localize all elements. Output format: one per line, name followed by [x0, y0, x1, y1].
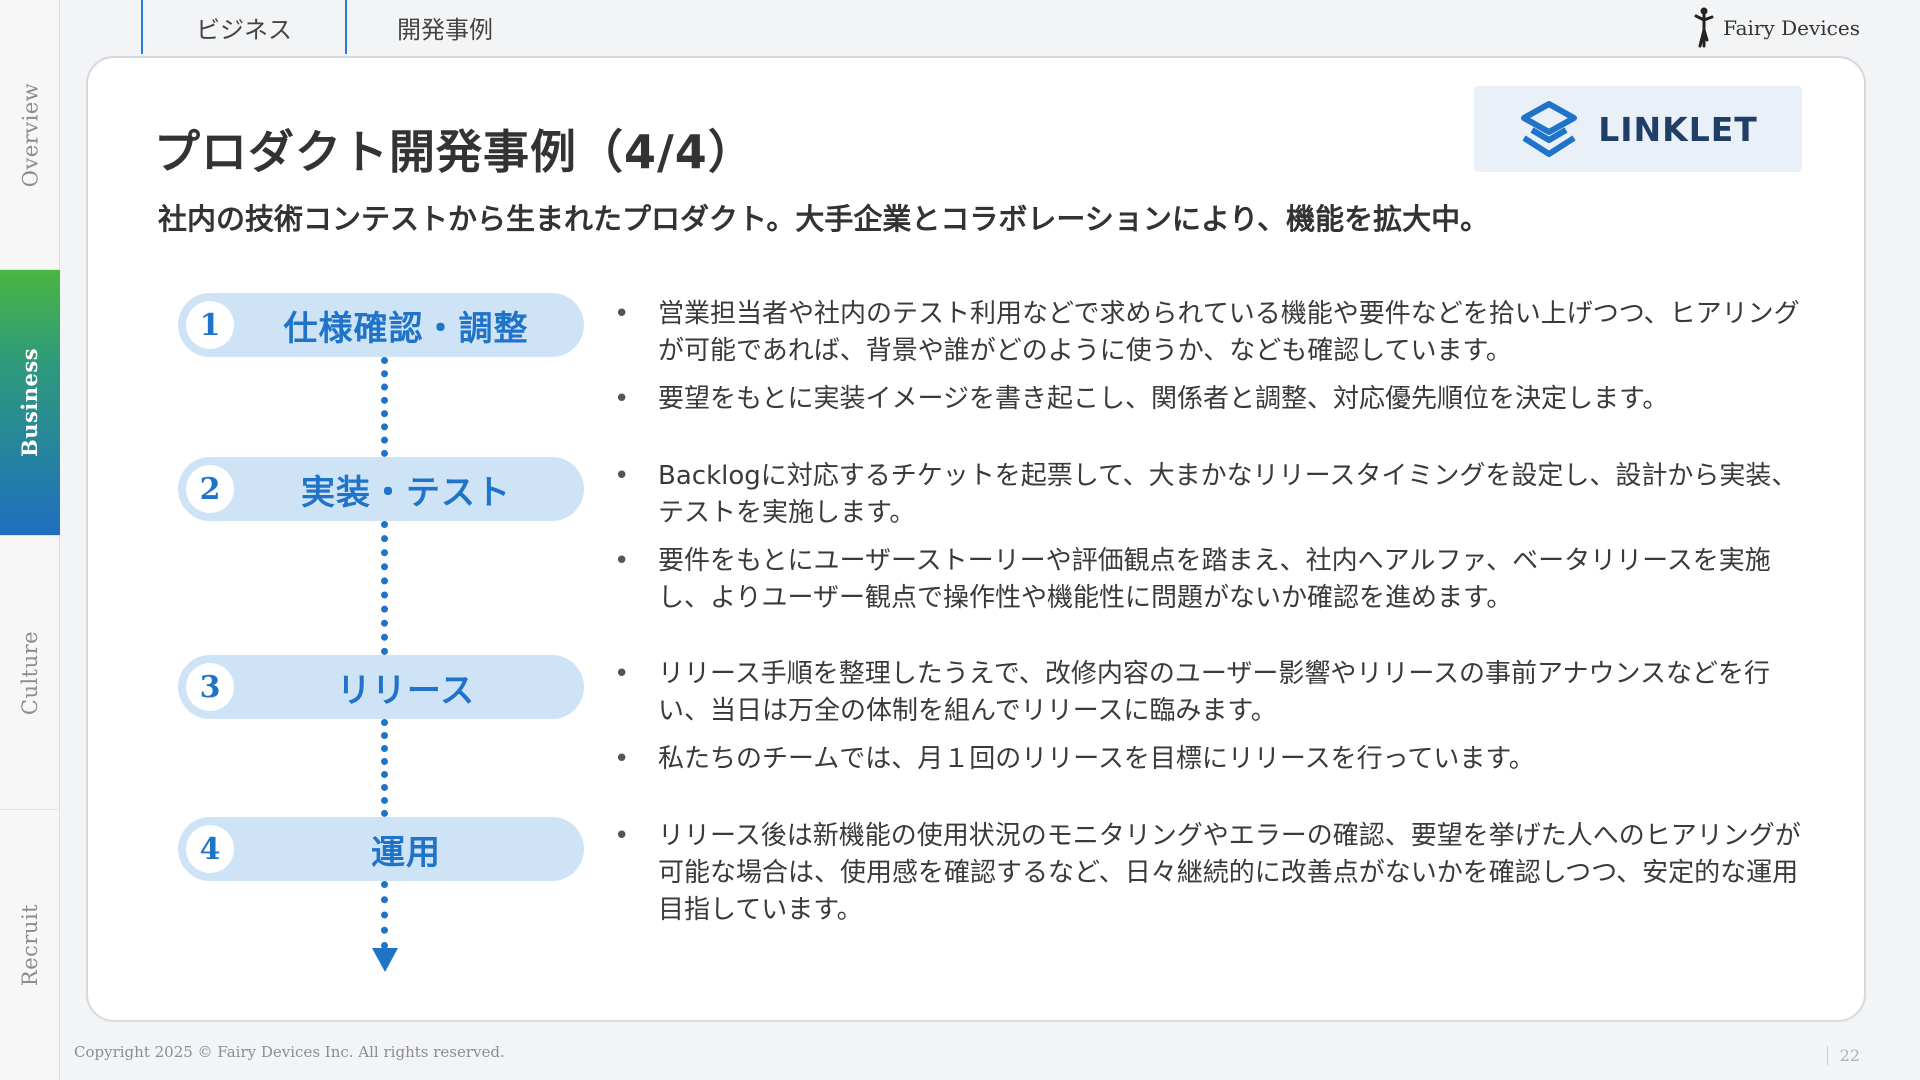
- sidenav-label: Business: [17, 347, 43, 458]
- brand: Fairy Devices: [1693, 6, 1860, 50]
- tab-business[interactable]: ビジネス: [143, 0, 345, 54]
- side-navigation: Overview Business Culture Recruit: [0, 0, 60, 1080]
- step-label: リリース: [336, 670, 476, 711]
- tab-dev-cases[interactable]: 開発事例: [347, 0, 543, 54]
- sidenav-label: Overview: [18, 82, 42, 187]
- bullet-dot: •: [614, 659, 630, 689]
- bullet-item: • 営業担当者や社内のテスト利用などで求められている機能や要件などを拾い上げつつ…: [614, 296, 1814, 370]
- bullet-text: 要件をもとにユーザーストーリーや評価観点を踏まえ、社内へアルファ、ベータリリース…: [658, 546, 1771, 613]
- bullet-text: リリース後は新機能の使用状況のモニタリングやエラーの確認、要望を挙げた人へのヒア…: [658, 821, 1801, 925]
- page-subtitle: 社内の技術コンテストから生まれたプロダクト。大手企業とコラボレーションにより、機…: [158, 202, 1490, 236]
- copyright: Copyright 2025 © Fairy Devices Inc. All …: [74, 1043, 505, 1061]
- step-number: 1: [186, 301, 234, 349]
- page-title: プロダクト開発事例（4/4）: [154, 125, 755, 179]
- step-number: 2: [186, 465, 234, 513]
- step-number: 4: [186, 825, 234, 873]
- logo-text: LINKLET: [1598, 109, 1758, 149]
- step-pill: 3 リリース: [178, 655, 584, 719]
- bullet-item: • 私たちのチームでは、月１回のリリースを目標にリリースを行っています。: [614, 741, 1814, 778]
- tab-label: 開発事例: [397, 15, 493, 44]
- bullet-text: リリース手順を整理したうえで、改修内容のユーザー影響やリリースの事前アナウンスな…: [658, 659, 1771, 726]
- arrow-down-icon: [372, 948, 398, 972]
- bullet-item: • リリース手順を整理したうえで、改修内容のユーザー影響やリリースの事前アナウン…: [614, 656, 1814, 730]
- bullet-item: • 要望をもとに実装イメージを書き起こし、関係者と調整、対応優先順位を決定します…: [614, 381, 1814, 418]
- sidenav-label: Recruit: [18, 903, 43, 987]
- bullet-text: 要望をもとに実装イメージを書き起こし、関係者と調整、対応優先順位を決定します。: [658, 384, 1669, 414]
- linklet-logo: LINKLET: [1474, 86, 1802, 172]
- bullet-item: • Backlogに対応するチケットを起票して、大まかなリリースタイミングを設定…: [614, 458, 1814, 532]
- page-number: 22: [1826, 1046, 1860, 1065]
- bullet-item: • リリース後は新機能の使用状況のモニタリングやエラーの確認、要望を挙げた人への…: [614, 818, 1814, 929]
- step-connector: [381, 521, 388, 655]
- bullet-dot: •: [614, 821, 630, 851]
- bullet-dot: •: [614, 744, 630, 774]
- brand-name: Fairy Devices: [1723, 16, 1860, 40]
- step-pill: 2 実装・テスト: [178, 457, 584, 521]
- step-label: 実装・テスト: [301, 472, 511, 513]
- step-number: 3: [186, 663, 234, 711]
- bullet-text: Backlogに対応するチケットを起票して、大まかなリリースタイミングを設定し、…: [658, 461, 1798, 528]
- linklet-logo-icon: [1521, 101, 1578, 157]
- fairy-logo-icon: [1694, 7, 1714, 48]
- sidenav-item-recruit[interactable]: Recruit: [0, 810, 60, 1080]
- bullet-dot: •: [614, 546, 630, 576]
- bullet-dot: •: [614, 384, 630, 414]
- sidenav-item-business[interactable]: Business: [0, 270, 60, 536]
- step-pill: 4 運用: [178, 817, 584, 881]
- step-connector: [381, 719, 388, 817]
- step-connector: [381, 357, 388, 457]
- bullet-text: 営業担当者や社内のテスト利用などで求められている機能や要件などを拾い上げつつ、ヒ…: [658, 299, 1800, 366]
- step-label: 運用: [371, 832, 441, 873]
- sidenav-item-overview[interactable]: Overview: [0, 0, 60, 270]
- bullet-item: • 要件をもとにユーザーストーリーや評価観点を踏まえ、社内へアルファ、ベータリリ…: [614, 543, 1814, 617]
- sidenav-label: Culture: [18, 630, 42, 715]
- tab-bar: ビジネス 開発事例 Fairy Devices: [60, 0, 1920, 56]
- tab-label: ビジネス: [196, 15, 292, 44]
- bullet-text: 私たちのチームでは、月１回のリリースを目標にリリースを行っています。: [658, 744, 1535, 774]
- bullet-dot: •: [614, 299, 630, 329]
- step-label: 仕様確認・調整: [283, 308, 529, 349]
- sidenav-item-culture[interactable]: Culture: [0, 536, 60, 810]
- step-pill: 1 仕様確認・調整: [178, 293, 584, 357]
- content-card: プロダクト開発事例（4/4） 社内の技術コンテストから生まれたプロダクト。大手企…: [86, 56, 1866, 1022]
- bullet-dot: •: [614, 461, 630, 491]
- step-connector: [381, 881, 388, 949]
